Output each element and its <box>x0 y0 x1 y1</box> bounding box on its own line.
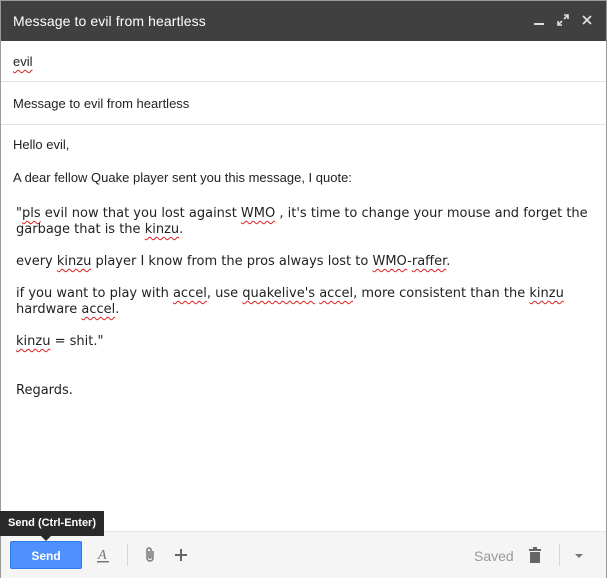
subject-row[interactable]: Message to evil from heartless <box>1 82 606 125</box>
tooltip-arrow <box>41 536 51 541</box>
spellcheck-word[interactable]: accel <box>81 302 115 317</box>
spellcheck-word[interactable]: kinzu <box>529 286 563 301</box>
more-icon[interactable] <box>172 546 190 564</box>
spellcheck-word[interactable]: kinzu <box>145 222 179 237</box>
message-body[interactable]: Hello evil, A dear fellow Quake player s… <box>1 125 606 530</box>
send-tooltip: Send (Ctrl-Enter) <box>0 511 104 536</box>
minimize-icon[interactable] <box>532 13 546 27</box>
quote-line: if you want to play with accel, use quak… <box>16 286 564 317</box>
spellcheck-word[interactable]: WMO <box>372 254 407 269</box>
compose-window: Message to evil from heartless evil Mess… <box>0 0 607 578</box>
saved-status: Saved <box>474 548 514 564</box>
intro-text: A dear fellow Quake player sent you this… <box>13 170 352 185</box>
quoted-message: "pls evil now that you lost against WMO … <box>16 206 591 366</box>
discard-icon[interactable] <box>526 546 544 564</box>
toolbar-divider <box>559 544 560 566</box>
quote-line: kinzu = shit." <box>16 334 104 349</box>
spellcheck-word[interactable]: pls <box>22 206 41 221</box>
attach-icon[interactable] <box>142 546 160 564</box>
titlebar-controls <box>532 13 594 27</box>
recipients-row[interactable]: evil <box>1 41 606 82</box>
recipient-chip[interactable]: evil <box>13 54 33 69</box>
spellcheck-word[interactable]: WMO <box>241 206 275 221</box>
subject-field[interactable]: Message to evil from heartless <box>13 96 189 111</box>
signoff-text: Regards. <box>16 383 73 398</box>
greeting-text: Hello evil, <box>13 137 70 152</box>
spellcheck-word[interactable]: accel <box>173 286 207 301</box>
compose-titlebar[interactable]: Message to evil from heartless <box>1 1 606 41</box>
send-button[interactable]: Send <box>10 541 82 569</box>
spellcheck-word[interactable]: quakelive's <box>242 286 315 301</box>
compose-toolbar: Send A Saved <box>1 531 606 578</box>
quote-line: "pls evil now that you lost against WMO … <box>16 206 588 237</box>
quote-line: every kinzu player I know from the pros … <box>16 254 451 269</box>
svg-text:A: A <box>97 548 107 563</box>
close-icon[interactable] <box>580 13 594 27</box>
spellcheck-word[interactable]: accel <box>319 286 353 301</box>
toolbar-divider <box>127 544 128 566</box>
options-dropdown-icon[interactable] <box>570 546 588 564</box>
expand-icon[interactable] <box>556 13 570 27</box>
spellcheck-word[interactable]: kinzu <box>57 254 91 269</box>
spellcheck-word[interactable]: kinzu <box>16 334 50 349</box>
spellcheck-word[interactable]: raffer <box>412 254 446 269</box>
formatting-icon[interactable]: A <box>94 546 112 564</box>
compose-title: Message to evil from heartless <box>13 13 206 29</box>
